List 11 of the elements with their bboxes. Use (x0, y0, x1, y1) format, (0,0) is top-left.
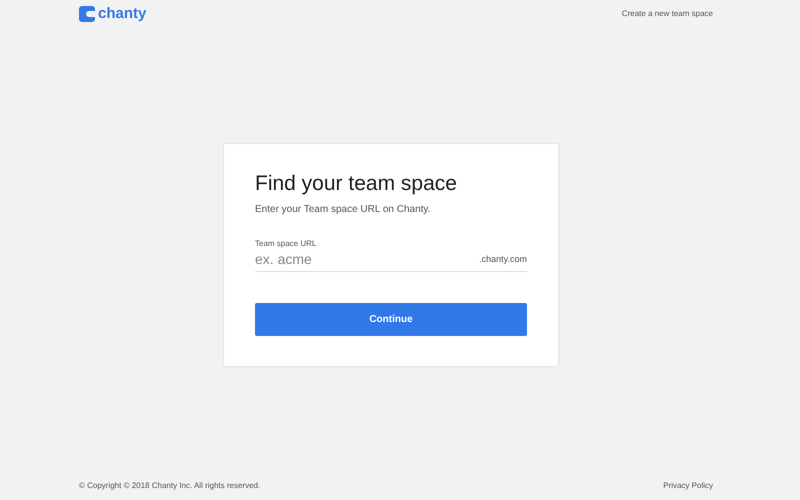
copyright-text: © Copyright © 2018 Chanty Inc. All rights reserved. (79, 480, 260, 490)
card-title: Find your team space (255, 172, 458, 196)
url-field[interactable]: ex. acme (255, 251, 480, 267)
logo-text: chanty (98, 5, 146, 22)
field-label: Team space URL (255, 239, 318, 248)
domain-suffix: .chanty.com (479, 254, 527, 264)
privacy-link[interactable]: Privacy Policy (663, 480, 713, 490)
logo-icon (79, 6, 95, 22)
card-subtitle: Enter your Team space URL on Chanty. (255, 204, 432, 215)
create-team-link[interactable]: Create a new team space (622, 9, 713, 18)
continue-button[interactable]: Continue (255, 303, 527, 336)
